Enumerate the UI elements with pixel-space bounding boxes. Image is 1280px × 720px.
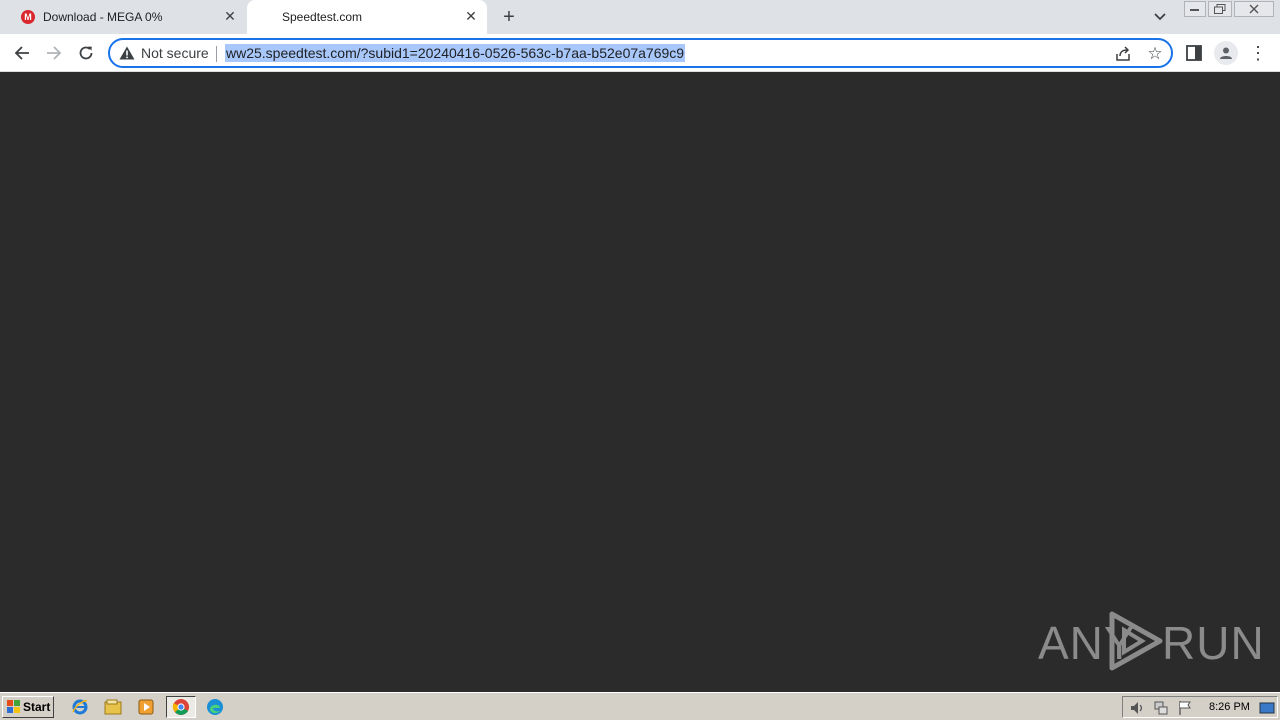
side-panel-icon[interactable] — [1184, 43, 1204, 63]
action-center-flag-icon[interactable] — [1177, 700, 1193, 716]
bookmark-star-icon[interactable]: ☆ — [1145, 44, 1165, 64]
security-status-label[interactable]: Not secure — [141, 45, 209, 61]
start-button[interactable]: Start — [2, 696, 54, 718]
tab-search-chevron-icon[interactable] — [1150, 8, 1170, 26]
restore-window-button[interactable] — [1208, 1, 1232, 17]
watermark-right-text: RUN — [1162, 617, 1265, 669]
volume-icon[interactable] — [1129, 700, 1145, 716]
new-tab-button[interactable]: + — [498, 6, 520, 28]
warning-icon[interactable] — [119, 46, 135, 60]
browser-toolbar: Not secure ww25.speedtest.com/?subid1=20… — [0, 34, 1280, 72]
mega-logo-icon: M — [21, 10, 35, 24]
chrome-icon[interactable] — [166, 696, 196, 718]
system-tray: 8:26 PM — [1122, 696, 1278, 718]
profile-avatar-icon[interactable] — [1214, 41, 1238, 65]
start-label: Start — [23, 700, 51, 714]
url-text[interactable]: ww25.speedtest.com/?subid1=20240416-0526… — [225, 44, 686, 62]
tab-speedtest[interactable]: Speedtest.com ✕ — [247, 0, 487, 34]
tab-strip: M Download - MEGA 0% ✕ Speedtest.com ✕ + — [0, 0, 1280, 34]
tab-title: Speedtest.com — [282, 10, 363, 24]
tab-mega-download[interactable]: M Download - MEGA 0% ✕ — [0, 0, 246, 34]
forward-arrow-icon[interactable] — [41, 40, 67, 66]
show-desktop-icon[interactable] — [1259, 700, 1275, 716]
close-window-button[interactable] — [1234, 1, 1274, 17]
file-explorer-icon[interactable] — [101, 696, 125, 718]
anyrun-watermark: ANY RUN — [1038, 608, 1264, 672]
reload-icon[interactable] — [73, 40, 99, 66]
close-tab-icon[interactable]: ✕ — [222, 8, 238, 24]
edge-icon[interactable] — [203, 696, 227, 718]
network-icon[interactable] — [1153, 700, 1169, 716]
more-menu-icon[interactable]: ⋮ — [1248, 42, 1268, 64]
minimize-window-button[interactable] — [1184, 1, 1206, 17]
page-content: ANY RUN — [0, 72, 1280, 692]
clock[interactable]: 8:26 PM — [1209, 701, 1250, 713]
windows-logo-icon — [7, 700, 20, 713]
close-tab-icon[interactable]: ✕ — [463, 8, 479, 24]
address-bar[interactable]: Not secure ww25.speedtest.com/?subid1=20… — [108, 38, 1173, 68]
internet-explorer-icon[interactable] — [68, 696, 92, 718]
divider — [216, 46, 217, 62]
share-icon[interactable] — [1114, 45, 1132, 63]
tab-title: Download - MEGA 0% — [43, 10, 163, 24]
play-logo-icon — [1109, 611, 1163, 671]
media-player-icon[interactable] — [134, 696, 158, 718]
back-arrow-icon[interactable] — [9, 40, 35, 66]
taskbar: Start 8:26 PM — [0, 692, 1280, 720]
